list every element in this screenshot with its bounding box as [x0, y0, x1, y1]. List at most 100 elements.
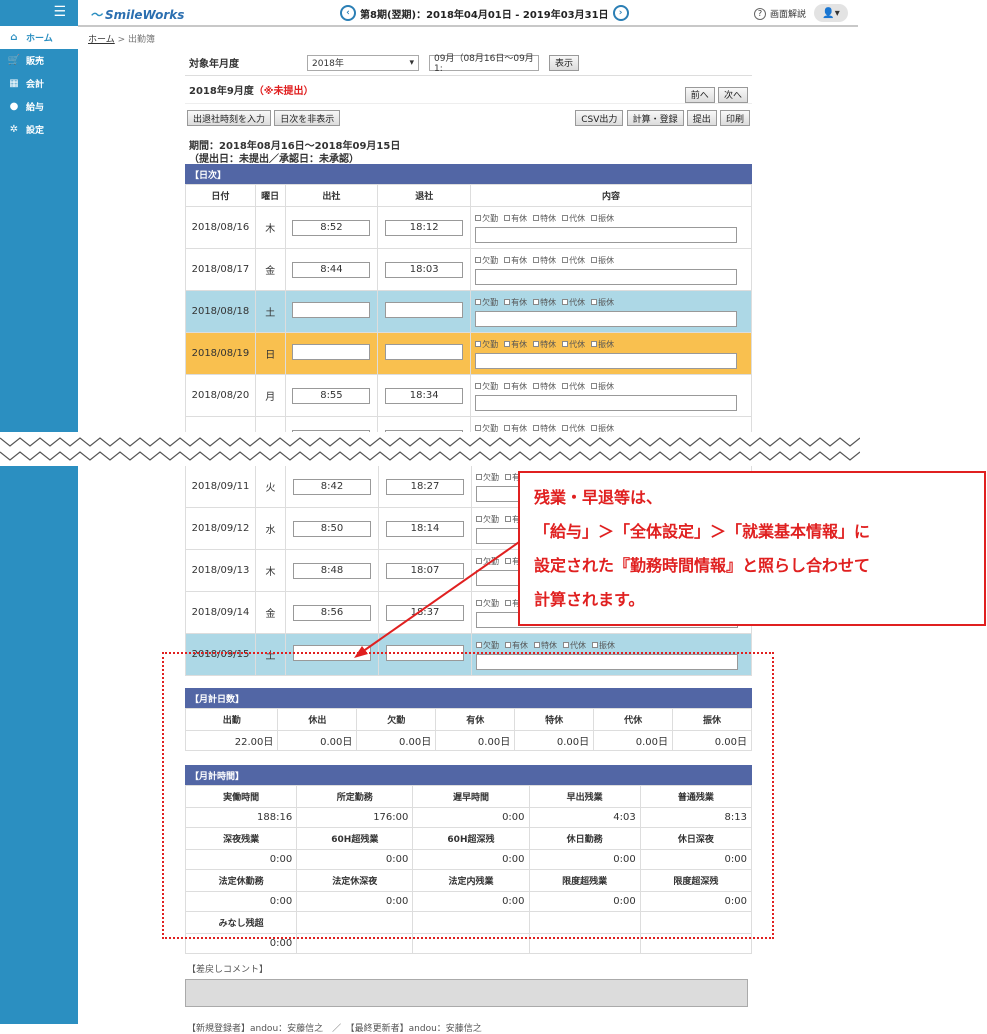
sidebar-item-2[interactable]: ▦ 会計 — [0, 72, 78, 95]
user-menu-button[interactable]: 👤 ▾ — [814, 4, 848, 22]
checkbox-icon — [562, 341, 569, 347]
leave-checkbox[interactable]: 特休 — [533, 214, 559, 223]
leave-checkbox[interactable]: 代休 — [562, 298, 588, 307]
top-bar: 〜 SmileWorks ‹ 第8期(翌期)：2018年04月01日 - 2019… — [78, 0, 858, 27]
sidebar-item-3[interactable]: ● 給与 — [0, 95, 78, 118]
clock-out-input[interactable] — [385, 302, 464, 318]
clock-in-input[interactable]: 8:52 — [292, 219, 371, 236]
clock-in-input[interactable]: 8:42 — [293, 478, 371, 495]
checkbox-icon — [562, 383, 569, 389]
clock-out-input[interactable]: 18:12 — [385, 219, 464, 236]
breadcrumb-home-link[interactable]: ホーム — [88, 35, 115, 45]
leave-checkbox[interactable]: 振休 — [592, 641, 618, 650]
clock-in-input[interactable] — [292, 344, 371, 360]
leave-checkbox[interactable]: 振休 — [591, 214, 617, 223]
checkbox-label: 有休 — [512, 640, 528, 650]
leave-checkbox[interactable]: 有休 — [504, 298, 530, 307]
sidebar-item-1[interactable]: 🛒 販売 — [0, 49, 78, 72]
leave-checkbox[interactable]: 代休 — [562, 340, 588, 349]
comment-textarea[interactable] — [185, 979, 748, 1007]
prev-period-button[interactable]: ‹ — [340, 5, 356, 21]
leave-checkbox[interactable]: 有休 — [504, 340, 530, 349]
leave-checkbox[interactable]: 代休 — [562, 214, 588, 223]
clock-out-input[interactable]: 18:37 — [386, 604, 464, 621]
clock-out-input[interactable]: 18:03 — [385, 261, 464, 278]
clock-out-input[interactable]: 18:14 — [386, 520, 464, 537]
leave-checkbox[interactable]: 有休 — [504, 382, 530, 391]
clock-in-input[interactable]: 8:48 — [293, 562, 371, 579]
clock-in-input[interactable]: 8:55 — [292, 387, 371, 404]
csv-export-button[interactable]: CSV出力 — [575, 110, 624, 126]
leave-checkbox[interactable]: 特休 — [533, 382, 559, 391]
logo-swoosh-icon: 〜 — [90, 8, 103, 22]
next-period-button[interactable]: › — [612, 5, 629, 21]
clock-in-input[interactable]: 8:50 — [293, 520, 371, 537]
leave-checkbox[interactable]: 有休 — [504, 214, 530, 223]
leave-checkbox[interactable]: 特休 — [533, 298, 559, 307]
sidebar-item-0[interactable]: ⌂ ホーム — [0, 26, 78, 49]
annotation-callout: 残業・早退等は、 「給与」＞「全体設定」＞「就業基本情報」に 設定された『勤務時… — [518, 471, 986, 626]
menu-icon[interactable]: ☰ — [0, 0, 78, 26]
fiscal-period-label: 第8期(翌期)：2018年04月01日 - 2019年03月31日 — [360, 9, 609, 21]
help-link[interactable]: ? 画面解説 — [754, 7, 806, 20]
prev-month-button[interactable]: 前へ — [684, 86, 715, 103]
money-bag-icon: ● — [9, 101, 19, 112]
leave-checkbox[interactable]: 振休 — [591, 382, 617, 391]
clock-out-input[interactable]: 18:07 — [386, 562, 464, 579]
leave-checkbox[interactable]: 欠勤 — [476, 473, 502, 482]
dow-cell: 日 — [254, 332, 286, 375]
leave-checkbox[interactable]: 欠勤 — [475, 214, 501, 223]
leave-checkbox[interactable]: 欠勤 — [476, 557, 502, 566]
leave-checkbox[interactable]: 欠勤 — [475, 340, 501, 349]
month-select[interactable]: 09月（08月16日〜09月1: — [429, 54, 539, 74]
clock-out-input[interactable]: 18:27 — [386, 478, 464, 495]
checkbox-icon — [591, 215, 598, 221]
leave-checkbox[interactable]: 有休 — [504, 256, 530, 265]
leave-checkbox[interactable]: 特休 — [533, 256, 559, 265]
leave-checkbox[interactable]: 欠勤 — [476, 641, 502, 650]
checkbox-label: 有休 — [511, 297, 528, 307]
dropdown-arrow-icon: ▾ — [409, 57, 414, 68]
year-select[interactable]: 2018年 ▾ — [307, 54, 419, 71]
print-button[interactable]: 印刷 — [719, 110, 750, 126]
checkbox-icon — [562, 215, 569, 221]
dow-cell: 土 — [254, 290, 286, 333]
leave-checkbox[interactable]: 有休 — [505, 641, 531, 650]
clock-in-input[interactable]: 8:56 — [293, 604, 371, 621]
leave-checkbox[interactable]: 欠勤 — [475, 298, 501, 307]
clock-in-input[interactable]: 8:44 — [292, 261, 371, 278]
leave-checkbox[interactable]: 特休 — [534, 641, 560, 650]
leave-checkbox[interactable]: 欠勤 — [476, 515, 502, 524]
clock-out-input[interactable]: 18:34 — [385, 387, 464, 404]
leave-checkbox[interactable]: 欠勤 — [476, 599, 502, 608]
content-input[interactable] — [475, 268, 738, 285]
leave-checkbox[interactable]: 代休 — [563, 641, 589, 650]
clock-in-input[interactable] — [292, 302, 371, 318]
clock-out-input[interactable] — [385, 344, 464, 360]
hide-daily-button[interactable]: 日次を非表示 — [274, 110, 341, 126]
leave-checkbox[interactable]: 欠勤 — [475, 256, 501, 265]
sidebar-item-4[interactable]: ✲ 設定 — [0, 118, 78, 141]
status-badge: （※未提出） — [253, 86, 314, 97]
next-month-button[interactable]: 次へ — [717, 86, 748, 103]
content-input[interactable] — [475, 352, 738, 369]
calculate-register-button[interactable]: 計算・登録 — [626, 110, 684, 126]
leave-checkbox[interactable]: 振休 — [591, 340, 617, 349]
leave-checkbox[interactable]: 代休 — [562, 256, 588, 265]
content-input[interactable] — [475, 310, 738, 327]
content-input[interactable] — [475, 226, 738, 243]
submit-button[interactable]: 提出 — [686, 110, 717, 126]
checkbox-label: 特休 — [540, 297, 557, 307]
clock-out-cell: 18:27 — [378, 465, 472, 508]
leave-checkbox[interactable]: 振休 — [591, 256, 617, 265]
content-input[interactable] — [475, 394, 738, 411]
leave-checkbox[interactable]: 特休 — [533, 340, 559, 349]
leave-checkbox[interactable]: 振休 — [591, 298, 617, 307]
show-button[interactable]: 表示 — [549, 54, 580, 71]
logo[interactable]: 〜 SmileWorks — [90, 6, 184, 23]
input-time-button[interactable]: 出退社時刻を入力 — [187, 110, 272, 126]
breadcrumb: ホーム > 出勤簿 — [88, 32, 155, 45]
leave-checkbox[interactable]: 代休 — [562, 382, 588, 391]
date-cell: 2018/09/13 — [185, 549, 256, 592]
leave-checkbox[interactable]: 欠勤 — [475, 382, 501, 391]
